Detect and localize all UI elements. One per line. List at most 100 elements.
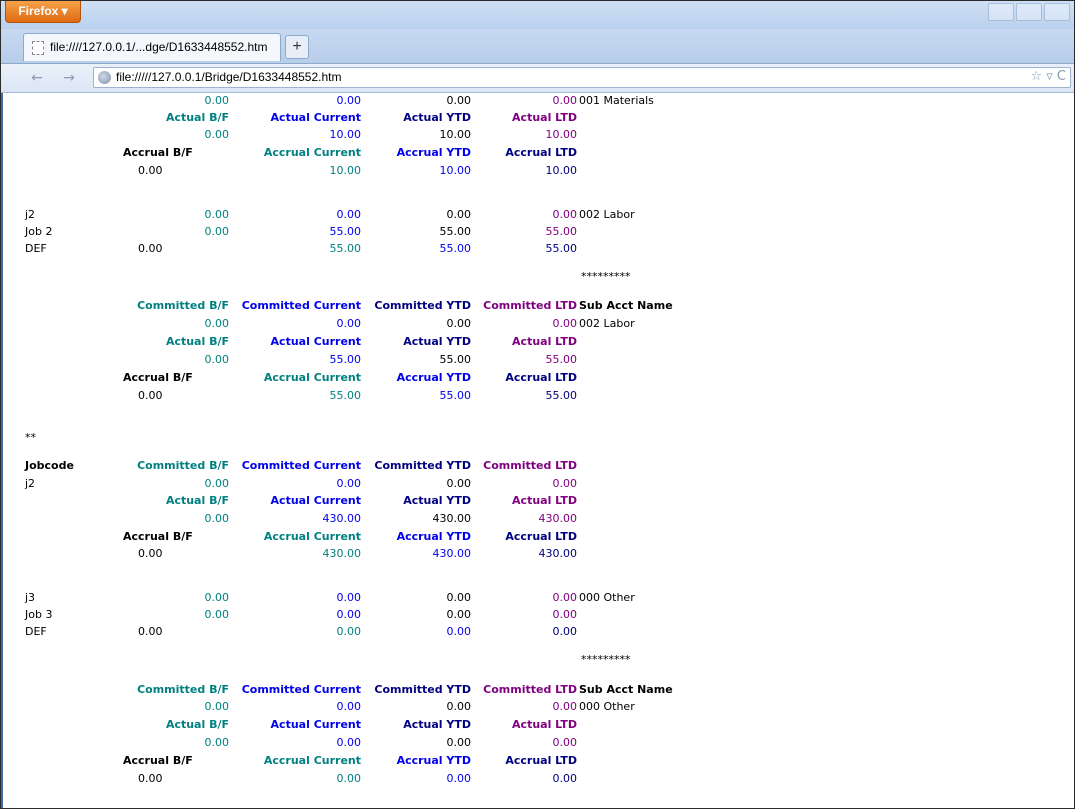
report-row: j2 0.00 0.00 0.00 0.00 [1, 476, 1074, 492]
cell: j3 [25, 591, 36, 604]
cell: 10.00 [329, 128, 362, 141]
header-cell: Committed Current [241, 683, 361, 696]
cell: 55.00 [545, 353, 578, 366]
cell: 0.00 [204, 512, 230, 525]
firefox-menu-button[interactable]: Firefox ▾ [5, 1, 81, 23]
report-row: 0.00 10.00 10.00 10.00 [1, 163, 1074, 179]
cell: 0.00 [204, 591, 230, 604]
back-arrow-icon[interactable]: ← [27, 68, 47, 88]
header-cell: Actual B/F [165, 718, 229, 731]
header-cell: Committed B/F [137, 299, 229, 312]
header-cell: Sub Acct Name [579, 683, 673, 696]
header-cell: Committed YTD [374, 299, 471, 312]
cell: 0.00 [204, 700, 230, 713]
cell: 0.00 [552, 736, 578, 749]
header-cell: Accrual B/F [123, 530, 193, 543]
report-row: Job 2 0.00 55.00 55.00 55.00 [1, 224, 1074, 240]
header-cell: Accrual Current [263, 371, 361, 384]
cell: 0.00 [552, 94, 578, 107]
cell: 0.00 [336, 736, 362, 749]
header-cell: Accrual YTD [396, 530, 471, 543]
tab-title: file:////127.0.0.1/...dge/D1633448552.ht… [50, 40, 268, 54]
report-row: 0.00 0.00 0.00 0.00 001 Materials [1, 93, 1074, 109]
cell: 0.00 [336, 591, 362, 604]
report-header-row: Committed B/F Committed Current Committe… [1, 298, 1074, 314]
header-cell: Accrual Current [263, 530, 361, 543]
asterisk-separator: ** [25, 431, 36, 444]
report-header-row: Jobcode Committed B/F Committed Current … [1, 458, 1074, 474]
cell: 000 Other [579, 700, 635, 713]
cell: 0.00 [336, 94, 362, 107]
cell: 55.00 [329, 353, 362, 366]
close-button[interactable] [1044, 3, 1070, 21]
cell: 430.00 [538, 512, 578, 525]
header-cell: Committed YTD [374, 683, 471, 696]
report-row: 0.00 0.00 0.00 0.00 [1, 735, 1074, 751]
cell: 0.00 [204, 225, 230, 238]
separator-row: ** [1, 430, 1074, 446]
cell: 0.00 [552, 608, 578, 621]
maximize-button[interactable] [1016, 3, 1042, 21]
cell: j2 [25, 477, 36, 490]
tab-active[interactable]: file:////127.0.0.1/...dge/D1633448552.ht… [23, 33, 281, 61]
report-header-row: Actual B/F Actual Current Actual YTD Act… [1, 334, 1074, 350]
header-cell: Actual Current [270, 494, 361, 507]
cell: 0.00 [446, 94, 472, 107]
asterisk-separator: ********* [581, 270, 631, 283]
cell: 0.00 [552, 772, 578, 785]
cell: 430.00 [432, 512, 472, 525]
forward-arrow-icon[interactable]: → [59, 68, 79, 88]
cell: 55.00 [329, 389, 362, 402]
cell: 0.00 [552, 317, 578, 330]
report-header-row: Actual B/F Actual Current Actual YTD Act… [1, 493, 1074, 509]
cell: 10.00 [439, 128, 472, 141]
url-bar[interactable]: file://///127.0.0.1/Bridge/D1633448552.h… [93, 67, 1071, 88]
browser-window: Firefox ▾ file:////127.0.0.1/...dge/D163… [0, 0, 1075, 809]
cell: 0.00 [446, 736, 472, 749]
cell: 0.00 [446, 772, 472, 785]
header-cell: Actual Current [270, 335, 361, 348]
cell: 430.00 [322, 512, 362, 525]
header-cell: Committed B/F [137, 459, 229, 472]
header-cell: Actual LTD [512, 718, 577, 731]
cell: 0.00 [552, 477, 578, 490]
cell: 0.00 [446, 208, 472, 221]
cell: DEF [25, 625, 47, 638]
cell: 0.00 [446, 317, 472, 330]
report-header-row: Accrual B/F Accrual Current Accrual YTD … [1, 370, 1074, 386]
minimize-button[interactable] [988, 3, 1014, 21]
globe-icon [98, 71, 111, 84]
cell: 0.00 [552, 625, 578, 638]
report-header-row: Accrual B/F Accrual Current Accrual YTD … [1, 145, 1074, 161]
header-cell: Actual YTD [403, 111, 471, 124]
cell: 001 Materials [579, 94, 654, 107]
report-header-row: Committed B/F Committed Current Committe… [1, 682, 1074, 698]
url-bar-icons[interactable]: ☆ ▿ C [1030, 69, 1066, 84]
cell: 0.00 [446, 608, 472, 621]
header-cell: Actual Current [270, 718, 361, 731]
cell: j2 [25, 208, 36, 221]
new-tab-button[interactable]: + [285, 35, 309, 59]
report-row: Job 3 0.00 0.00 0.00 0.00 [1, 607, 1074, 623]
cell: 0.00 [138, 625, 163, 638]
report-header-row: Actual B/F Actual Current Actual YTD Act… [1, 717, 1074, 733]
cell: 0.00 [552, 208, 578, 221]
report-row: 0.00 430.00 430.00 430.00 [1, 511, 1074, 527]
header-cell: Actual YTD [403, 335, 471, 348]
cell: 0.00 [204, 608, 230, 621]
header-cell: Committed LTD [483, 683, 577, 696]
header-cell: Accrual LTD [505, 754, 577, 767]
header-cell: Committed B/F [137, 683, 229, 696]
cell: 0.00 [336, 700, 362, 713]
cell: 430.00 [538, 547, 578, 560]
separator-row: ********* [1, 652, 1074, 668]
cell: 002 Labor [579, 208, 635, 221]
header-cell: Accrual LTD [505, 371, 577, 384]
cell: 0.00 [336, 772, 362, 785]
header-cell: Accrual B/F [123, 754, 193, 767]
header-cell: Actual B/F [165, 335, 229, 348]
report-row: 0.00 0.00 0.00 0.00 000 Other [1, 699, 1074, 715]
page-icon [32, 41, 44, 55]
cell: 0.00 [204, 736, 230, 749]
cell: 55.00 [545, 389, 578, 402]
